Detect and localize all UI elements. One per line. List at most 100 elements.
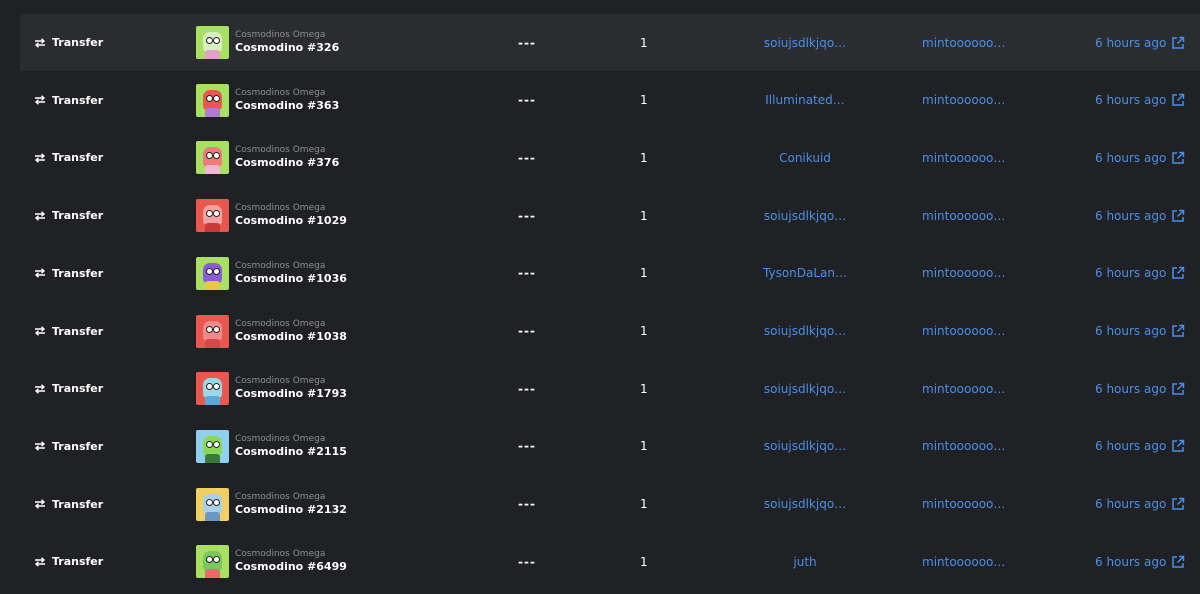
item-cell[interactable]: Cosmodinos Omega Cosmodino #376 [196,141,339,175]
external-link-icon[interactable] [1171,497,1185,511]
nft-thumbnail[interactable] [196,487,229,521]
to-address-link[interactable]: mintoooooo… [922,324,1005,338]
external-link-icon[interactable] [1171,209,1185,223]
external-link-icon[interactable] [1171,382,1185,396]
table-row[interactable]: Transfer Cosmodinos Omega Cosmodino #649… [20,533,1200,590]
timestamp-link[interactable]: 6 hours ago [1095,439,1185,453]
timestamp-link[interactable]: 6 hours ago [1095,266,1185,280]
nft-thumbnail[interactable] [196,141,229,175]
item-name[interactable]: Cosmodino #2132 [235,503,347,517]
item-cell[interactable]: Cosmodinos Omega Cosmodino #1029 [196,199,347,233]
to-address-link[interactable]: mintoooooo… [922,497,1005,511]
nft-thumbnail[interactable] [196,83,229,117]
nft-thumbnail[interactable] [196,545,229,579]
time-label: 6 hours ago [1095,324,1167,338]
event-cell: Transfer [34,209,103,222]
external-link-icon[interactable] [1171,93,1185,107]
dino-eye [213,498,220,506]
nft-thumbnail[interactable] [196,256,229,290]
from-address-link[interactable]: TysonDaLan… [720,266,890,280]
dino-eye [206,325,213,333]
quantity-cell: 1 [640,266,648,281]
to-address-link[interactable]: mintoooooo… [922,209,1005,223]
table-row[interactable]: Transfer Cosmodinos Omega Cosmodino #103… [20,303,1200,360]
external-link-icon[interactable] [1171,324,1185,338]
from-address-link[interactable]: juth [720,555,890,569]
timestamp-link[interactable]: 6 hours ago [1095,36,1185,50]
table-row[interactable]: Transfer Cosmodinos Omega Cosmodino #179… [20,360,1200,417]
collection-name[interactable]: Cosmodinos Omega [235,203,347,214]
table-row[interactable]: Transfer Cosmodinos Omega Cosmodino #363… [20,72,1200,129]
item-cell[interactable]: Cosmodinos Omega Cosmodino #1036 [196,256,347,290]
from-address-link[interactable]: soiujsdlkjqo… [720,36,890,50]
collection-name[interactable]: Cosmodinos Omega [235,319,347,330]
item-cell[interactable]: Cosmodinos Omega Cosmodino #2115 [196,429,347,463]
from-address-link[interactable]: Illuminated… [720,93,890,107]
item-cell[interactable]: Cosmodinos Omega Cosmodino #1793 [196,372,347,406]
nft-thumbnail[interactable] [196,372,229,406]
timestamp-link[interactable]: 6 hours ago [1095,324,1185,338]
item-name[interactable]: Cosmodino #363 [235,99,339,113]
external-link-icon[interactable] [1171,36,1185,50]
item-name[interactable]: Cosmodino #2115 [235,445,347,459]
item-name[interactable]: Cosmodino #1029 [235,214,347,228]
timestamp-link[interactable]: 6 hours ago [1095,209,1185,223]
transfer-arrows-icon [34,326,46,336]
from-address-link[interactable]: soiujsdlkjqo… [720,497,890,511]
item-name[interactable]: Cosmodino #1036 [235,272,347,286]
collection-name[interactable]: Cosmodinos Omega [235,261,347,272]
item-cell[interactable]: Cosmodinos Omega Cosmodino #363 [196,83,339,117]
item-name[interactable]: Cosmodino #1793 [235,387,347,401]
table-row[interactable]: Transfer Cosmodinos Omega Cosmodino #213… [20,476,1200,533]
to-address-link[interactable]: mintoooooo… [922,151,1005,165]
collection-name[interactable]: Cosmodinos Omega [235,549,347,560]
timestamp-link[interactable]: 6 hours ago [1095,151,1185,165]
collection-name[interactable]: Cosmodinos Omega [235,376,347,387]
event-cell: Transfer [34,267,103,280]
item-name[interactable]: Cosmodino #376 [235,156,339,170]
timestamp-link[interactable]: 6 hours ago [1095,555,1185,569]
to-address-link[interactable]: mintoooooo… [922,439,1005,453]
item-name[interactable]: Cosmodino #6499 [235,560,347,574]
item-name[interactable]: Cosmodino #326 [235,41,339,55]
to-address-link[interactable]: mintoooooo… [922,555,1005,569]
timestamp-link[interactable]: 6 hours ago [1095,497,1185,511]
item-cell[interactable]: Cosmodinos Omega Cosmodino #2132 [196,487,347,521]
from-address-link[interactable]: soiujsdlkjqo… [720,382,890,396]
external-link-icon[interactable] [1171,439,1185,453]
collection-name[interactable]: Cosmodinos Omega [235,88,339,99]
to-address-link[interactable]: mintoooooo… [922,93,1005,107]
collection-name[interactable]: Cosmodinos Omega [235,492,347,503]
timestamp-link[interactable]: 6 hours ago [1095,93,1185,107]
collection-name[interactable]: Cosmodinos Omega [235,434,347,445]
table-row[interactable]: Transfer Cosmodinos Omega Cosmodino #376… [20,129,1200,186]
item-name[interactable]: Cosmodino #1038 [235,330,347,344]
from-address-link[interactable]: Conikuid [720,151,890,165]
to-address-link[interactable]: mintoooooo… [922,266,1005,280]
quantity-cell: 1 [640,497,648,512]
table-row[interactable]: Transfer Cosmodinos Omega Cosmodino #102… [20,187,1200,244]
table-row[interactable]: Transfer Cosmodinos Omega Cosmodino #211… [20,418,1200,475]
from-address-link[interactable]: soiujsdlkjqo… [720,209,890,223]
dino-body [205,107,220,117]
external-link-icon[interactable] [1171,555,1185,569]
item-cell[interactable]: Cosmodinos Omega Cosmodino #1038 [196,314,347,348]
nft-thumbnail[interactable] [196,199,229,233]
timestamp-link[interactable]: 6 hours ago [1095,382,1185,396]
item-cell[interactable]: Cosmodinos Omega Cosmodino #6499 [196,545,347,579]
to-address-link[interactable]: mintoooooo… [922,36,1005,50]
from-address-link[interactable]: soiujsdlkjqo… [720,324,890,338]
dino-body [205,396,220,406]
collection-name[interactable]: Cosmodinos Omega [235,145,339,156]
nft-thumbnail[interactable] [196,429,229,463]
table-row[interactable]: Transfer Cosmodinos Omega Cosmodino #103… [20,245,1200,302]
table-row[interactable]: Transfer Cosmodinos Omega Cosmodino #326… [20,14,1200,71]
to-address-link[interactable]: mintoooooo… [922,382,1005,396]
nft-thumbnail[interactable] [196,26,229,59]
external-link-icon[interactable] [1171,266,1185,280]
item-cell[interactable]: Cosmodinos Omega Cosmodino #326 [196,26,339,59]
collection-name[interactable]: Cosmodinos Omega [235,30,339,41]
from-address-link[interactable]: soiujsdlkjqo… [720,439,890,453]
external-link-icon[interactable] [1171,151,1185,165]
nft-thumbnail[interactable] [196,314,229,348]
